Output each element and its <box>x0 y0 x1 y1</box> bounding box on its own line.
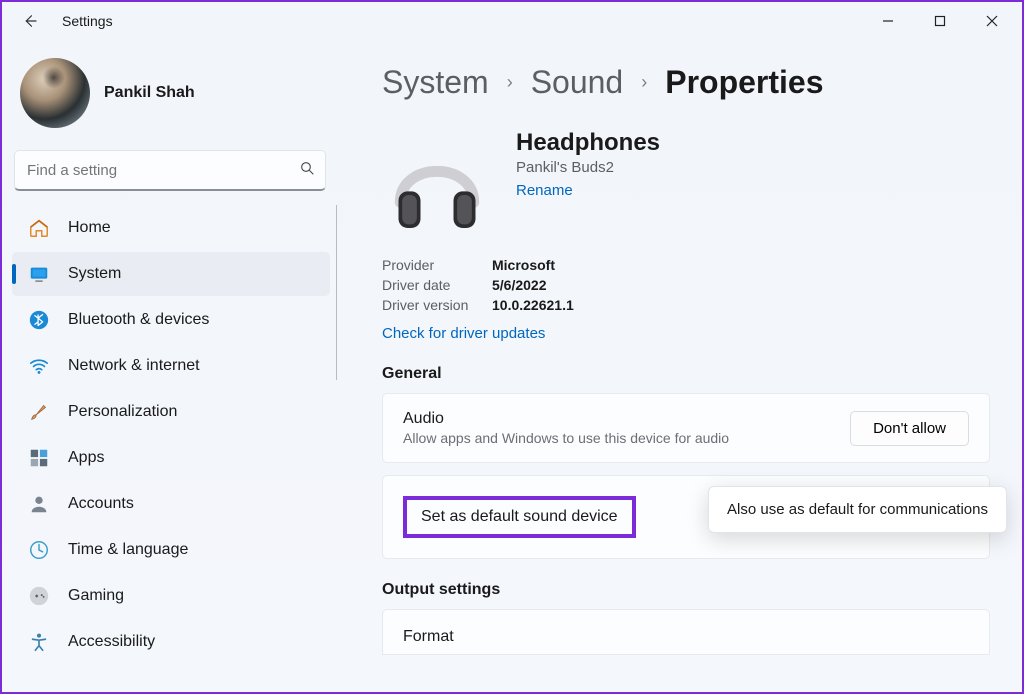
gaming-icon <box>28 585 50 607</box>
user-name: Pankil Shah <box>104 84 195 102</box>
dropdown-option-communications[interactable]: Also use as default for communications <box>708 486 1007 533</box>
breadcrumb-sound[interactable]: Sound <box>531 64 624 101</box>
minimize-icon <box>882 15 894 27</box>
titlebar: Settings <box>2 2 1022 40</box>
sidebar-item-label: Network & internet <box>68 357 200 375</box>
format-label: Format <box>403 628 454 645</box>
user-profile[interactable]: Pankil Shah <box>12 50 334 146</box>
apps-icon <box>28 447 50 469</box>
close-button[interactable] <box>966 2 1018 40</box>
sidebar-item-label: Time & language <box>68 541 188 559</box>
sidebar-item-system[interactable]: System <box>12 252 330 296</box>
breadcrumb-properties: Properties <box>665 64 823 101</box>
sidebar-item-label: Accessibility <box>68 633 155 651</box>
sidebar-item-label: Bluetooth & devices <box>68 311 209 329</box>
back-button[interactable] <box>14 5 46 37</box>
clock-globe-icon <box>28 539 50 561</box>
sidebar-item-apps[interactable]: Apps <box>12 436 330 480</box>
sidebar-item-accessibility[interactable]: Accessibility <box>12 620 330 664</box>
check-driver-updates-link[interactable]: Check for driver updates <box>382 325 545 342</box>
audio-desc: Allow apps and Windows to use this devic… <box>403 430 729 446</box>
search-icon <box>299 160 315 181</box>
dont-allow-button[interactable]: Don't allow <box>850 411 969 446</box>
chevron-right-icon: › <box>641 72 647 93</box>
breadcrumb: System › Sound › Properties <box>382 64 1014 101</box>
sidebar-item-bluetooth[interactable]: Bluetooth & devices <box>12 298 330 342</box>
breadcrumb-system[interactable]: System <box>382 64 489 101</box>
sidebar-item-gaming[interactable]: Gaming <box>12 574 330 618</box>
provider-value: Microsoft <box>492 257 555 273</box>
bluetooth-icon <box>28 309 50 331</box>
main-content: System › Sound › Properties H <box>338 40 1022 692</box>
output-settings-header: Output settings <box>382 581 1014 599</box>
general-header: General <box>382 365 1014 383</box>
provider-label: Provider <box>382 257 492 273</box>
sidebar-item-label: Personalization <box>68 403 177 421</box>
device-name: Headphones <box>516 129 660 157</box>
arrow-left-icon <box>21 12 39 30</box>
default-device-card: Set as default sound device Also use as … <box>382 475 990 559</box>
search-box[interactable] <box>14 150 326 191</box>
scrollbar-indicator <box>336 205 337 380</box>
paintbrush-icon <box>28 401 50 423</box>
sidebar-item-label: Apps <box>68 449 104 467</box>
close-icon <box>986 15 998 27</box>
accessibility-icon <box>28 631 50 653</box>
wifi-icon <box>28 355 50 377</box>
sidebar-item-personalization[interactable]: Personalization <box>12 390 330 434</box>
sidebar-item-label: System <box>68 265 121 283</box>
search-input[interactable] <box>25 161 269 180</box>
format-card[interactable]: Format <box>382 609 990 655</box>
device-header: Headphones Pankil's Buds2 Rename <box>382 129 1014 239</box>
avatar <box>20 58 90 128</box>
system-icon <box>28 263 50 285</box>
headphones-icon <box>382 129 492 239</box>
driver-version-value: 10.0.22621.1 <box>492 297 574 313</box>
driver-version-label: Driver version <box>382 297 492 313</box>
rename-link[interactable]: Rename <box>516 182 573 199</box>
sidebar-item-label: Home <box>68 219 111 237</box>
audio-card: Audio Allow apps and Windows to use this… <box>382 393 990 463</box>
person-icon <box>28 493 50 515</box>
nav: Home System Bluetooth & devices Network … <box>12 205 334 665</box>
device-subtitle: Pankil's Buds2 <box>516 159 660 176</box>
sidebar-item-home[interactable]: Home <box>12 206 330 250</box>
window-title: Settings <box>62 13 113 29</box>
driver-info: ProviderMicrosoft Driver date5/6/2022 Dr… <box>382 257 1014 317</box>
sidebar-item-label: Gaming <box>68 587 124 605</box>
maximize-icon <box>934 15 946 27</box>
minimize-button[interactable] <box>862 2 914 40</box>
sidebar-item-network[interactable]: Network & internet <box>12 344 330 388</box>
sidebar-item-accounts[interactable]: Accounts <box>12 482 330 526</box>
driver-date-label: Driver date <box>382 277 492 293</box>
chevron-right-icon: › <box>507 72 513 93</box>
set-default-dropdown[interactable]: Set as default sound device <box>403 496 636 538</box>
driver-date-value: 5/6/2022 <box>492 277 547 293</box>
audio-title: Audio <box>403 410 729 428</box>
sidebar: Pankil Shah Home System <box>2 40 338 692</box>
sidebar-item-label: Accounts <box>68 495 134 513</box>
home-icon <box>28 217 50 239</box>
sidebar-item-time[interactable]: Time & language <box>12 528 330 572</box>
maximize-button[interactable] <box>914 2 966 40</box>
